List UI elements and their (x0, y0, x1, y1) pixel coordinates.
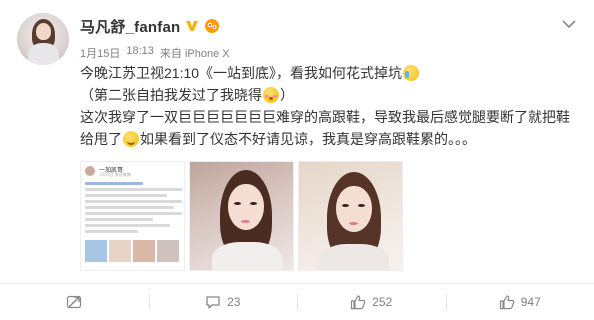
weibo-post-card: 马凡舒_fanfan 1月15日 18:13 来自 iPhone X 今晚江苏卫… (0, 0, 594, 320)
shy-emoji-icon (263, 87, 279, 103)
image-gallery: 一加凯哥 1月15日 来自微博 (80, 161, 403, 271)
action-bar: 23 252 947 (0, 284, 594, 320)
author-name[interactable]: 马凡舒_fanfan (80, 16, 180, 37)
image-thumb-screenshot[interactable]: 一加凯哥 1月15日 来自微博 (80, 161, 185, 271)
repost-button[interactable] (0, 284, 149, 320)
avatar[interactable] (17, 13, 69, 65)
smile-emoji-icon (123, 131, 139, 147)
comment-count: 23 (227, 295, 241, 309)
share-button[interactable]: 947 (445, 284, 594, 320)
post-text: 今晚江苏卫视21:10《一站到底》，看我如何花式掉坑 （第二张自拍我发过了我晓得… (80, 62, 580, 150)
post-text-line-4: 给甩了 如果看到了仪态不好请见谅，我真是穿高跟鞋累的。。。 (80, 131, 476, 147)
share-count: 947 (520, 295, 541, 309)
weibo-member-icon[interactable] (204, 18, 220, 34)
verified-v-badge-icon (185, 19, 199, 33)
post-text-line-1: 今晚江苏卫视21:10《一站到底》，看我如何花式掉坑 (80, 62, 580, 84)
post-meta: 1月15日 18:13 来自 iPhone X (80, 45, 230, 61)
thumbs-up-icon (350, 294, 366, 310)
like-count: 252 (372, 295, 393, 309)
chevron-down-icon[interactable] (562, 16, 576, 29)
laugh-cry-emoji-icon (403, 65, 420, 81)
post-text-line-3: 这次我穿了一双巨巨巨巨巨巨巨难穿的高跟鞋，导致我最后感觉腿要断了就把鞋 (80, 109, 570, 125)
repost-icon (66, 295, 82, 309)
image-thumb-selfie-2[interactable] (298, 161, 403, 271)
thumb-meta: 1月15日 来自微博 (99, 172, 131, 177)
post-text-line-2: （第二张自拍我发过了我晓得） (80, 87, 294, 103)
like-button[interactable]: 252 (297, 284, 446, 320)
author-row: 马凡舒_fanfan (80, 16, 220, 36)
comment-button[interactable]: 23 (148, 284, 298, 320)
post-source: 来自 iPhone X (159, 48, 230, 60)
post-time: 18:13 (126, 45, 154, 57)
share-icon (499, 294, 515, 310)
post-date[interactable]: 1月15日 (80, 45, 120, 61)
comment-icon (205, 295, 221, 310)
image-thumb-selfie-1[interactable] (189, 161, 294, 271)
